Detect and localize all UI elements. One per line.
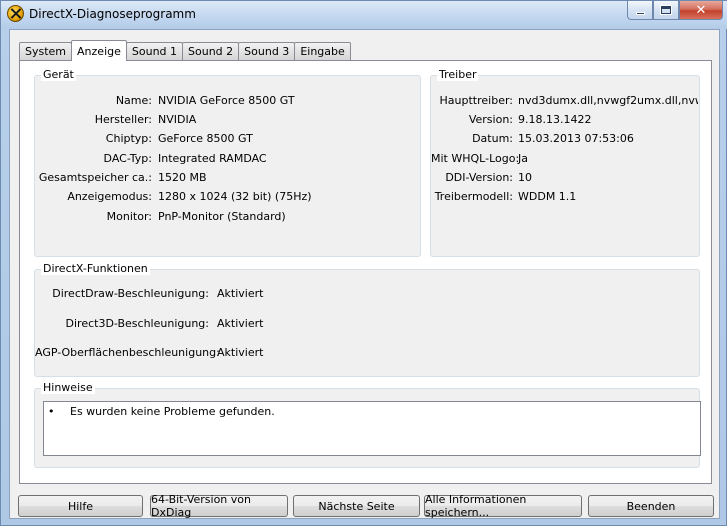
device-manufacturer-label: Hersteller: — [94, 113, 152, 126]
device-monitor-value: PnP-Monitor (Standard) — [158, 210, 286, 223]
tab-anzeige[interactable]: Anzeige — [71, 40, 127, 61]
notes-item: Es wurden keine Probleme gefunden. — [70, 405, 275, 418]
driver-version-label: Version: — [468, 113, 513, 126]
driver-date-row: Datum: 15.03.2013 07:53:06 — [431, 132, 634, 145]
device-displaymode-row: Anzeigemodus: 1280 x 1024 (32 bit) (75Hz… — [35, 190, 312, 203]
tab-strip: System Anzeige Sound 1 Sound 2 Sound 3 E… — [19, 40, 351, 61]
dialog-client-area: System Anzeige Sound 1 Sound 2 Sound 3 E… — [9, 29, 720, 519]
driver-main-label: Haupttreiber: — [439, 94, 513, 107]
directdraw-label: DirectDraw-Beschleunigung: — [52, 287, 209, 300]
close-icon: ✕ — [695, 2, 707, 18]
device-displaymode-value: 1280 x 1024 (32 bit) (75Hz) — [158, 190, 312, 203]
driver-whql-row: Mit WHQL-Logo: Ja — [431, 152, 528, 165]
device-dac-value: Integrated RAMDAC — [158, 152, 267, 165]
notes-bullet: • — [48, 405, 55, 418]
maximize-icon — [661, 6, 671, 14]
next-page-button[interactable]: Nächste Seite — [293, 495, 420, 517]
directx-features-group: DirectX-Funktionen DirectDraw-Beschleuni… — [34, 262, 700, 377]
driver-ddi-value: 10 — [518, 171, 532, 184]
device-name-label: Name: — [115, 94, 152, 107]
directx-features-title: DirectX-Funktionen — [41, 262, 150, 275]
tab-eingabe[interactable]: Eingabe — [294, 42, 351, 60]
agp-label: AGP-Oberflächenbeschleunigung: — [35, 346, 220, 359]
maximize-button[interactable] — [653, 1, 679, 20]
minimize-button[interactable] — [627, 1, 653, 20]
driver-main-value: nvd3dumx.dll,nvwgf2umx.dll,nvwgf2 — [518, 94, 698, 107]
notes-group: Hinweise • Es wurden keine Probleme gefu… — [34, 381, 701, 468]
device-chiptype-label: Chiptyp: — [105, 132, 152, 145]
driver-main-row: Haupttreiber: nvd3dumx.dll,nvwgf2umx.dll… — [431, 94, 698, 107]
tab-sound-1[interactable]: Sound 1 — [125, 42, 184, 60]
device-group: Gerät Name: NVIDIA GeForce 8500 GT Herst… — [34, 68, 421, 257]
driver-whql-label: Mit WHQL-Logo: — [431, 152, 520, 165]
driver-ddi-label: DDI-Version: — [445, 171, 513, 184]
device-name-value: NVIDIA GeForce 8500 GT — [158, 94, 295, 107]
driver-version-value: 9.18.13.1422 — [518, 113, 592, 126]
device-memory-row: Gesamtspeicher ca.: 1520 MB — [35, 171, 207, 184]
agp-value: Aktiviert — [217, 346, 264, 359]
agp-row: AGP-Oberflächenbeschleunigung: Aktiviert — [35, 346, 263, 359]
device-memory-value: 1520 MB — [158, 171, 207, 184]
directx-app-icon — [7, 5, 24, 22]
save-all-info-button[interactable]: Alle Informationen speichern... — [424, 493, 582, 519]
direct3d-label: Direct3D-Beschleunigung: — [65, 317, 209, 330]
direct3d-row: Direct3D-Beschleunigung: Aktiviert — [35, 317, 264, 330]
title-bar[interactable]: DirectX-Diagnoseprogramm ✕ — [1, 1, 727, 29]
device-group-title: Gerät — [41, 68, 76, 81]
directdraw-value: Aktiviert — [217, 287, 264, 300]
directdraw-row: DirectDraw-Beschleunigung: Aktiviert — [35, 287, 263, 300]
driver-whql-value: Ja — [518, 152, 528, 165]
display-tab-panel: Gerät Name: NVIDIA GeForce 8500 GT Herst… — [19, 60, 712, 484]
device-displaymode-label: Anzeigemodus: — [67, 190, 152, 203]
minimize-icon — [635, 11, 645, 15]
device-monitor-row: Monitor: PnP-Monitor (Standard) — [35, 210, 286, 223]
tab-sound-3[interactable]: Sound 3 — [238, 42, 296, 60]
64bit-dxdiag-button[interactable]: 64-Bit-Version von DxDiag — [150, 493, 288, 519]
driver-group-title: Treiber — [437, 68, 479, 81]
driver-model-label: Treibermodell: — [434, 190, 513, 203]
caption-buttons: ✕ — [627, 1, 723, 21]
driver-ddi-row: DDI-Version: 10 — [431, 171, 532, 184]
driver-version-row: Version: 9.18.13.1422 — [431, 113, 592, 126]
device-name-row: Name: NVIDIA GeForce 8500 GT — [35, 94, 295, 107]
device-manufacturer-row: Hersteller: NVIDIA — [35, 113, 197, 126]
driver-group: Treiber Haupttreiber: nvd3dumx.dll,nvwgf… — [430, 68, 700, 257]
device-memory-label: Gesamtspeicher ca.: — [38, 171, 152, 184]
driver-model-row: Treibermodell: WDDM 1.1 — [431, 190, 577, 203]
dxdiag-window: DirectX-Diagnoseprogramm ✕ System Anzeig… — [0, 0, 727, 526]
tab-sound-2[interactable]: Sound 2 — [182, 42, 240, 60]
device-dac-row: DAC-Typ: Integrated RAMDAC — [35, 152, 267, 165]
window-title: DirectX-Diagnoseprogramm — [29, 7, 196, 21]
help-button[interactable]: Hilfe — [18, 495, 143, 517]
exit-button[interactable]: Beenden — [588, 495, 714, 517]
direct3d-value: Aktiviert — [217, 317, 264, 330]
device-dac-label: DAC-Typ: — [103, 152, 152, 165]
driver-date-value: 15.03.2013 07:53:06 — [518, 132, 634, 145]
driver-date-label: Datum: — [472, 132, 513, 145]
notes-textbox[interactable]: • Es wurden keine Probleme gefunden. — [43, 401, 701, 456]
driver-model-value: WDDM 1.1 — [518, 190, 577, 203]
tab-system[interactable]: System — [19, 42, 73, 60]
close-button[interactable]: ✕ — [679, 1, 723, 20]
notes-group-title: Hinweise — [41, 381, 95, 394]
device-chiptype-row: Chiptyp: GeForce 8500 GT — [35, 132, 253, 145]
device-manufacturer-value: NVIDIA — [158, 113, 197, 126]
device-chiptype-value: GeForce 8500 GT — [158, 132, 253, 145]
device-monitor-label: Monitor: — [106, 210, 152, 223]
